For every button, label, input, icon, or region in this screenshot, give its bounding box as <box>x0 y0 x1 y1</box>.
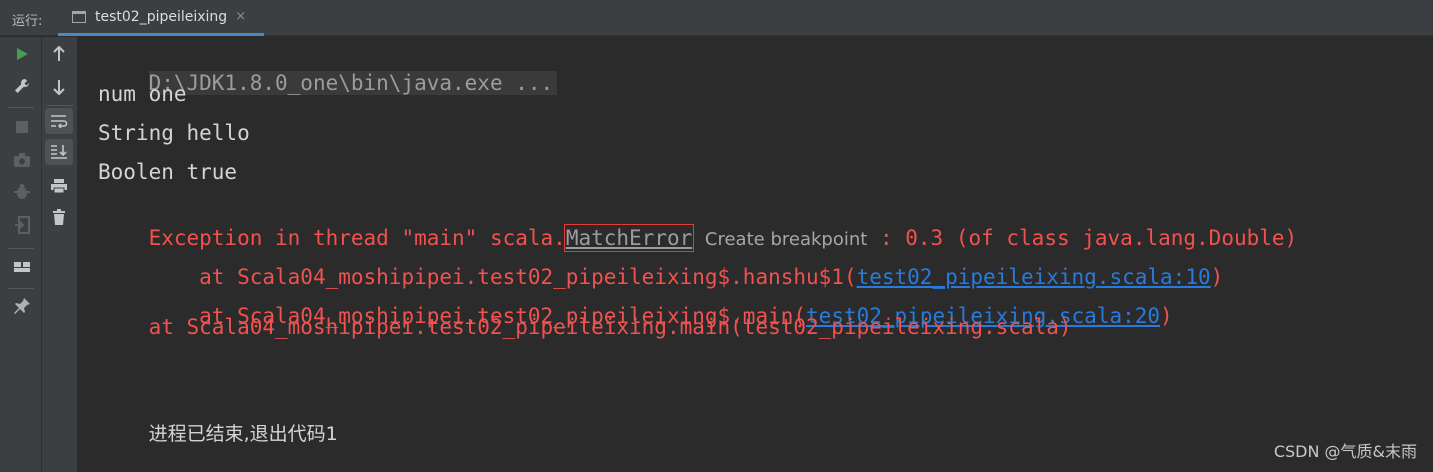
output-line: num one <box>98 82 187 106</box>
scroll-to-end-icon[interactable] <box>45 139 73 165</box>
console-actions-toolbar <box>42 37 78 472</box>
arrow-up-icon[interactable] <box>45 41 73 67</box>
command-line: D:\JDK1.8.0_one\bin\java.exe ... <box>148 71 558 95</box>
layout-icon[interactable] <box>8 254 36 280</box>
tab-test02-pipeileixing[interactable]: test02_pipeileixing × <box>58 0 264 36</box>
soft-wrap-icon[interactable] <box>45 108 73 134</box>
wrench-icon[interactable] <box>8 73 36 99</box>
pin-icon[interactable] <box>8 293 36 319</box>
stop-icon[interactable] <box>8 114 36 140</box>
debug-icon[interactable] <box>8 179 36 205</box>
trace-text: ) <box>1210 265 1224 289</box>
stack-trace-line: at Scala04_moshipipei.test02_pipeileixin… <box>98 315 1072 339</box>
output-line: String hello <box>98 121 250 145</box>
run-actions-toolbar <box>0 37 42 472</box>
process-exit-message: 进程已结束,退出代码1 <box>148 423 338 445</box>
exit-icon[interactable] <box>8 212 36 238</box>
print-icon[interactable] <box>45 173 73 199</box>
trace-text: ) <box>1160 304 1173 328</box>
tab-title: test02_pipeileixing <box>95 8 228 25</box>
run-label: 运行: <box>12 14 43 29</box>
camera-icon[interactable] <box>8 147 36 173</box>
watermark: CSDN @气质&末雨 <box>1273 442 1417 461</box>
trash-icon[interactable] <box>45 204 73 230</box>
console-tab-icon <box>72 10 86 23</box>
output-line: Boolen true <box>98 160 238 184</box>
console-output[interactable]: D:\JDK1.8.0_one\bin\java.exe ... num one… <box>78 37 1433 472</box>
run-tool-window-header: 运行: test02_pipeileixing × <box>0 0 1433 36</box>
run-icon[interactable] <box>8 41 36 67</box>
arrow-down-icon[interactable] <box>45 74 73 100</box>
close-icon[interactable]: × <box>235 9 246 24</box>
